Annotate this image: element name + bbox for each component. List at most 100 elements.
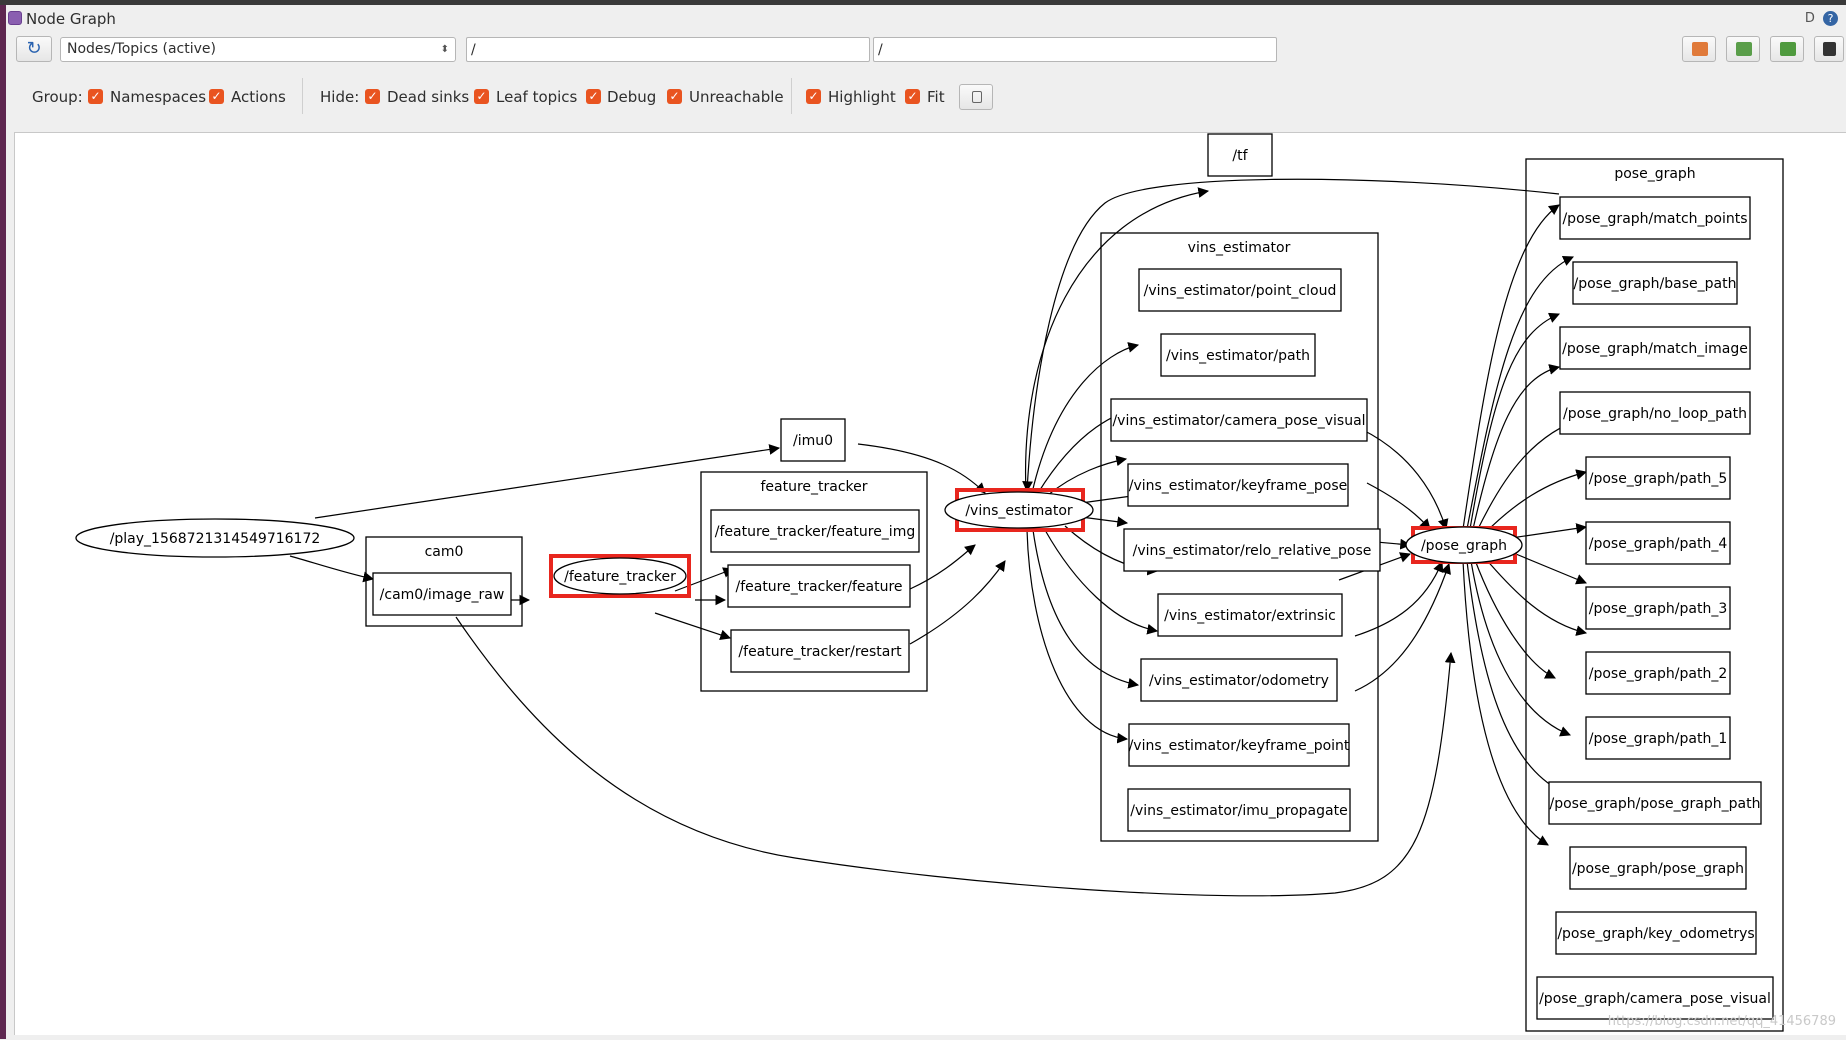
screenshot-icon: [972, 91, 982, 103]
toolbar: ↻ Nodes/Topics (active) ⬍: [6, 34, 1846, 66]
namespaces-label: Namespaces: [110, 88, 207, 106]
edge: [1080, 516, 1129, 528]
node-vins-estimator-label: /vins_estimator: [965, 503, 1073, 519]
topic-label: /vins_estimator/path: [1166, 348, 1310, 364]
topic-label: /vins_estimator/imu_propagate: [1130, 803, 1347, 819]
edge: [1354, 561, 1444, 637]
topic-label: /pose_graph/base_path: [1574, 276, 1737, 292]
graph-mode-value: Nodes/Topics (active): [67, 41, 216, 57]
desktop-launcher-edge: [0, 5, 6, 1039]
leaf-topics-checkbox[interactable]: ✓: [474, 89, 489, 104]
dead-sinks-label: Dead sinks: [387, 88, 470, 106]
group-label: Group:: [32, 88, 83, 106]
topic-label: /pose_graph/path_5: [1589, 471, 1728, 487]
namespaces-checkbox[interactable]: ✓: [88, 89, 103, 104]
topic-label: /pose_graph/match_image: [1562, 341, 1748, 357]
node-pose-graph[interactable]: /pose_graph: [1405, 526, 1523, 564]
watermark-text: https://blog.csdn.net/qq_41456789: [1607, 1014, 1836, 1029]
topic-label: /pose_graph/path_1: [1589, 731, 1728, 747]
save-image-button[interactable]: [1770, 36, 1804, 62]
topic-label: /cam0/image_raw: [380, 587, 505, 603]
folder-icon: [1692, 42, 1708, 56]
debug-checkbox[interactable]: ✓: [586, 89, 601, 104]
fit-checkbox[interactable]: ✓: [905, 89, 920, 104]
edge: [314, 444, 781, 519]
edge: [289, 555, 375, 583]
topic-label: /vins_estimator/point_cloud: [1144, 283, 1337, 299]
app-icon: [8, 11, 22, 25]
topic-label: /pose_graph/key_odometrys: [1557, 926, 1754, 942]
node-vins-estimator[interactable]: /vins_estimator: [944, 491, 1094, 529]
node-pose-graph-label: /pose_graph: [1421, 538, 1507, 554]
graph-canvas[interactable]: cam0 feature_tracker vins_estimator pose…: [14, 132, 1846, 1035]
screen-button[interactable]: [1814, 36, 1844, 62]
actions-label: Actions: [231, 88, 286, 106]
graph-mode-combo[interactable]: Nodes/Topics (active) ⬍: [60, 37, 456, 62]
node-play-label: /play_1568721314549716172: [110, 531, 321, 547]
edge: [1360, 428, 1449, 531]
actions-checkbox[interactable]: ✓: [209, 89, 224, 104]
edge: [1462, 560, 1549, 846]
separator: [302, 78, 303, 114]
cluster-cam0-label: cam0: [425, 544, 464, 560]
cluster-pose-graph-label: pose_graph: [1614, 166, 1695, 182]
hide-label: Hide:: [320, 88, 360, 106]
topic-label: /pose_graph/match_points: [1562, 211, 1747, 227]
title-controls: D ?: [1801, 11, 1838, 26]
topic-label: /feature_tracker/feature: [735, 579, 902, 595]
topic-label: /vins_estimator/odometry: [1149, 673, 1329, 689]
topic-label: /feature_tracker/restart: [738, 644, 902, 660]
edge: [1510, 551, 1587, 585]
topic-label: /pose_graph/path_3: [1589, 601, 1728, 617]
topic-label: /pose_graph/pose_graph_path: [1550, 796, 1761, 812]
edge: [857, 443, 986, 494]
window-title: Node Graph: [26, 10, 116, 28]
topic-label: /vins_estimator/relo_relative_pose: [1133, 543, 1372, 559]
save-image-icon: [1780, 42, 1796, 56]
highlight-checkbox[interactable]: ✓: [806, 89, 821, 104]
cluster-vins-estimator-label: vins_estimator: [1188, 240, 1291, 256]
dead-sinks-checkbox[interactable]: ✓: [365, 89, 380, 104]
refresh-icon: ↻: [26, 38, 42, 59]
node-filter-input[interactable]: [466, 37, 870, 62]
edge: [1366, 482, 1431, 530]
cluster-feature-tracker-label: feature_tracker: [760, 479, 867, 495]
node-play[interactable]: /play_1568721314549716172: [75, 518, 355, 558]
topic-label: /vins_estimator/extrinsic: [1164, 608, 1336, 624]
topic-label: /tf: [1232, 148, 1248, 164]
topic-label: /pose_graph/path_2: [1589, 666, 1728, 682]
screenshot-button[interactable]: [959, 84, 993, 110]
edge: [1354, 562, 1451, 692]
topic-label: /imu0: [793, 433, 833, 449]
combo-arrows-icon: ⬍: [440, 44, 449, 55]
highlight-label: Highlight: [828, 88, 896, 106]
topic-filter-input[interactable]: [873, 37, 1277, 62]
unreachable-label: Unreachable: [689, 88, 784, 106]
save-dot-button[interactable]: [1726, 36, 1760, 62]
topic-label: /vins_estimator/keyframe_point: [1129, 738, 1350, 754]
edge: [909, 560, 1006, 645]
graph-svg: cam0 feature_tracker vins_estimator pose…: [75, 133, 1784, 1032]
edge: [654, 612, 732, 641]
topic-label: /vins_estimator/camera_pose_visual: [1112, 413, 1365, 429]
unreachable-checkbox[interactable]: ✓: [667, 89, 682, 104]
edge: [1484, 469, 1588, 534]
node-feature-tracker[interactable]: /feature_tracker: [553, 557, 687, 595]
title-bar: Node Graph D ?: [6, 5, 1846, 33]
help-icon[interactable]: ?: [1823, 11, 1838, 26]
refresh-button[interactable]: ↻: [16, 36, 52, 62]
load-dot-button[interactable]: [1682, 36, 1716, 62]
options-bar: Group: ✓ Namespaces ✓ Actions Hide: ✓ De…: [6, 78, 1846, 116]
edge: [1484, 557, 1588, 636]
node-feature-tracker-label: /feature_tracker: [564, 569, 676, 585]
leaf-topics-label: Leaf topics: [496, 88, 578, 106]
topic-label: /vins_estimator/keyframe_pose: [1129, 478, 1347, 494]
topic-label: /feature_tracker/feature_img: [715, 524, 915, 540]
edge: [1474, 559, 1556, 679]
topic-label: /pose_graph/pose_graph: [1572, 861, 1744, 877]
topic-label: /pose_graph/no_loop_path: [1563, 406, 1747, 422]
dock-toggle[interactable]: D: [1805, 11, 1815, 26]
edge: [909, 544, 976, 590]
separator: [791, 78, 792, 114]
topic-label: /pose_graph/camera_pose_visual: [1539, 991, 1771, 1007]
